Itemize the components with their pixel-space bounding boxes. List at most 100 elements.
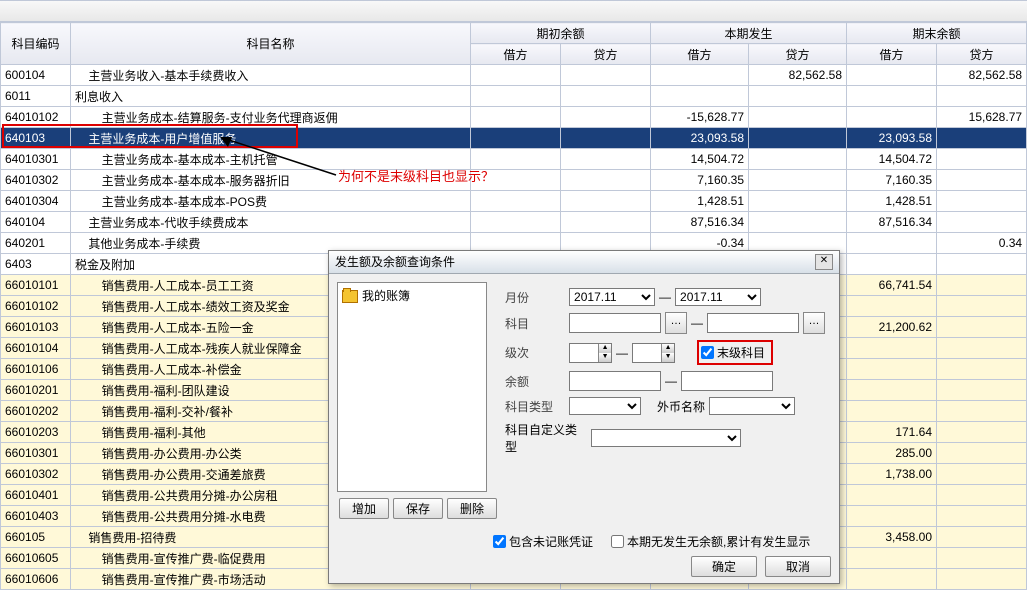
label-level: 级次 [505,344,565,361]
leaf-account-checkbox[interactable]: 末级科目 [697,340,773,365]
include-unposted-checkbox[interactable]: 包含未记账凭证 [493,533,593,550]
cell-code: 66010203 [1,422,71,443]
dialog-title-text: 发生额及余额查询条件 [335,251,455,273]
cell-code: 66010101 [1,275,71,296]
table-row[interactable]: 64010304 主营业务成本-基本成本-POS费1,428.511,428.5… [1,191,1027,212]
table-row[interactable]: 64010102 主营业务成本-结算服务-支付业务代理商返佣-15,628.77… [1,107,1027,128]
cell-code: 64010302 [1,170,71,191]
cell-opening-debit [471,128,561,149]
cell-ending-credit [937,296,1027,317]
cell-code: 640103 [1,128,71,149]
cell-ending-credit [937,275,1027,296]
save-button[interactable]: 保存 [393,498,443,519]
cell-ending-credit [937,149,1027,170]
add-button[interactable]: 增加 [339,498,389,519]
hdr-opening-credit[interactable]: 贷方 [561,44,651,65]
currency[interactable] [709,397,795,415]
hdr-current[interactable]: 本期发生 [651,23,847,44]
cell-code: 640104 [1,212,71,233]
table-row[interactable]: 6011利息收入 [1,86,1027,107]
bookmark-tree[interactable]: 我的账簿 [337,282,487,492]
cell-opening-credit [561,191,651,212]
cell-opening-debit [471,107,561,128]
cell-ending-credit [937,506,1027,527]
hdr-opening[interactable]: 期初余额 [471,23,651,44]
cell-ending-credit [937,338,1027,359]
hdr-ending-credit[interactable]: 贷方 [937,44,1027,65]
account-from[interactable] [569,313,661,333]
cell-current-credit: 82,562.58 [749,65,847,86]
cell-code: 640201 [1,233,71,254]
cell-ending-debit [847,233,937,254]
cell-ending-debit [847,485,937,506]
custom-type[interactable] [591,429,741,447]
ok-button[interactable]: 确定 [691,556,757,577]
dialog-titlebar[interactable]: 发生额及余额查询条件 ✕ [329,251,839,274]
cell-ending-debit [847,380,937,401]
month-to[interactable]: 2017.11 [675,288,761,306]
level-to[interactable]: ▲▼ [632,343,675,363]
cell-ending-debit: 66,741.54 [847,275,937,296]
cell-ending-credit [937,359,1027,380]
cell-current-credit [749,86,847,107]
table-row[interactable]: 640104 主营业务成本-代收手续费成本87,516.3487,516.34 [1,212,1027,233]
cell-code: 66010201 [1,380,71,401]
balance-to[interactable] [681,371,773,391]
hdr-opening-debit[interactable]: 借方 [471,44,561,65]
cell-name: 主营业务成本-基本成本-POS费 [71,191,471,212]
hdr-ending-debit[interactable]: 借方 [847,44,937,65]
cell-ending-credit: 15,628.77 [937,107,1027,128]
cell-ending-credit [937,380,1027,401]
cell-ending-debit: 23,093.58 [847,128,937,149]
cell-code: 600104 [1,65,71,86]
cell-current-credit [749,107,847,128]
month-from[interactable]: 2017.11 [569,288,655,306]
cell-code: 66010403 [1,506,71,527]
cell-ending-credit [937,422,1027,443]
query-dialog: 发生额及余额查询条件 ✕ 我的账簿 增加 保存 删除 月份 2017.11 — [328,250,840,584]
level-from[interactable]: ▲▼ [569,343,612,363]
cell-ending-debit: 21,200.62 [847,317,937,338]
cell-ending-debit: 171.64 [847,422,937,443]
hdr-ending[interactable]: 期末余额 [847,23,1027,44]
delete-button[interactable]: 删除 [447,498,497,519]
cell-code: 66010605 [1,548,71,569]
toolbar [0,0,1027,22]
cell-ending-debit: 3,458.00 [847,527,937,548]
tree-root-label[interactable]: 我的账簿 [362,289,410,303]
account-from-picker[interactable]: … [665,312,687,334]
account-to[interactable] [707,313,799,333]
cell-code: 66010301 [1,443,71,464]
cell-current-credit [749,128,847,149]
cancel-button[interactable]: 取消 [765,556,831,577]
close-icon[interactable]: ✕ [815,254,833,270]
cell-ending-debit [847,359,937,380]
cell-name: 主营业务成本-结算服务-支付业务代理商返佣 [71,107,471,128]
cell-current-debit: 1,428.51 [651,191,749,212]
cell-ending-credit [937,317,1027,338]
cell-opening-credit [561,86,651,107]
hdr-name[interactable]: 科目名称 [71,23,471,65]
balance-from[interactable] [569,371,661,391]
table-row[interactable]: 64010302 主营业务成本-基本成本-服务器折旧7,160.357,160.… [1,170,1027,191]
cell-code: 64010102 [1,107,71,128]
cell-code: 66010104 [1,338,71,359]
table-row[interactable]: 64010301 主营业务成本-基本成本-主机托管14,504.7214,504… [1,149,1027,170]
table-row[interactable]: 600104 主营业务收入-基本手续费收入82,562.5882,562.58 [1,65,1027,86]
annotation-text: 为何不是末级科目也显示？ [338,166,494,185]
cell-code: 66010401 [1,485,71,506]
cell-code: 6403 [1,254,71,275]
cell-code: 66010103 [1,317,71,338]
table-row[interactable]: 640103 主营业务成本-用户增值服务23,093.5823,093.58 [1,128,1027,149]
account-type[interactable] [569,397,641,415]
cell-ending-debit [847,401,937,422]
hdr-code[interactable]: 科目编码 [1,23,71,65]
hdr-current-credit[interactable]: 贷方 [749,44,847,65]
account-to-picker[interactable]: … [803,312,825,334]
cell-ending-credit [937,191,1027,212]
cell-ending-credit [937,485,1027,506]
cell-ending-credit: 0.34 [937,233,1027,254]
suppress-zero-checkbox[interactable]: 本期无发生无余额,累计有发生显示 [611,533,810,550]
hdr-current-debit[interactable]: 借方 [651,44,749,65]
label-month: 月份 [505,289,565,306]
